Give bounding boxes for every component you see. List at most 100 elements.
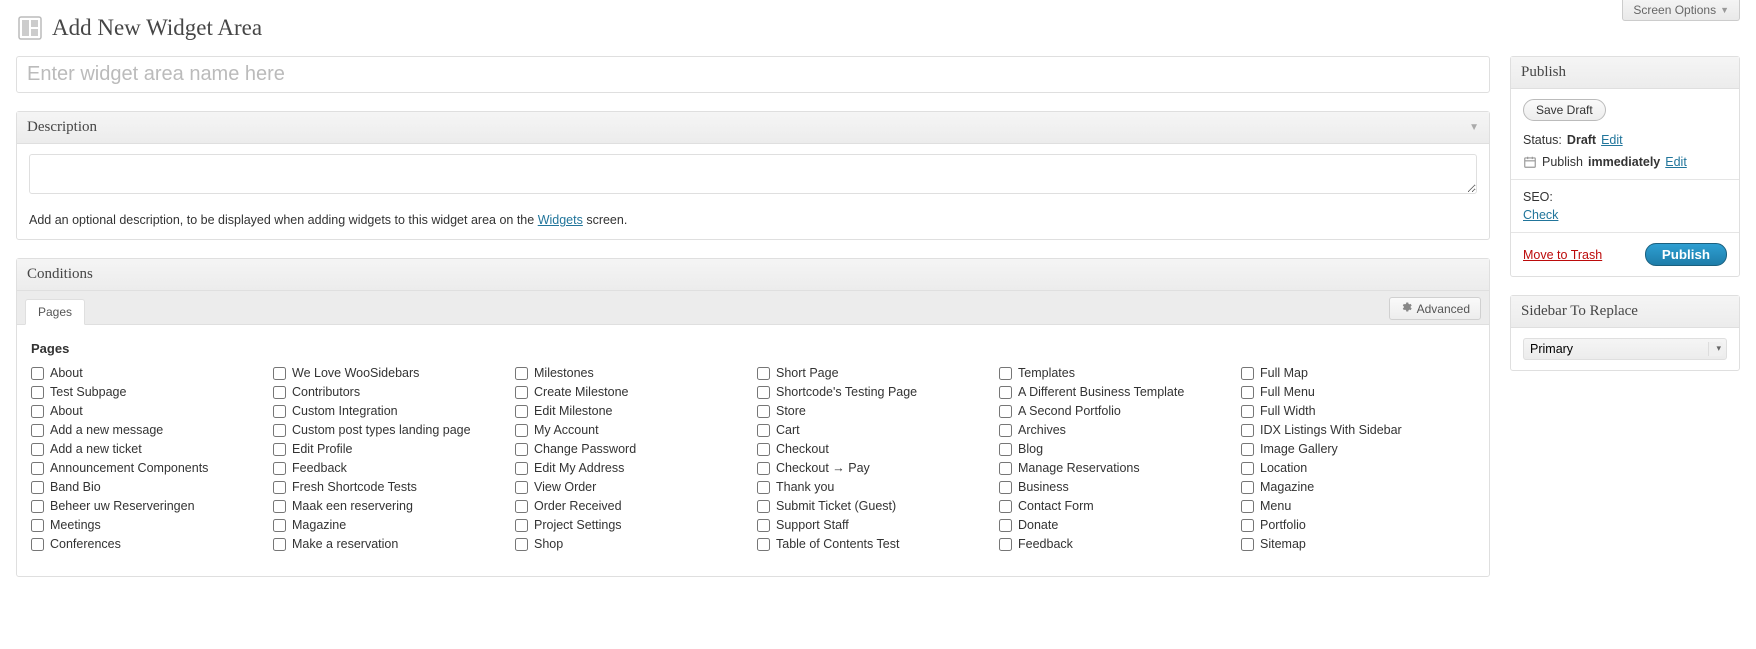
tab-pages[interactable]: Pages bbox=[25, 299, 85, 325]
page-checkbox-item[interactable]: About bbox=[31, 366, 265, 380]
page-checkbox-item[interactable]: Edit My Address bbox=[515, 461, 749, 475]
page-checkbox[interactable] bbox=[999, 481, 1012, 494]
page-checkbox[interactable] bbox=[1241, 500, 1254, 513]
page-checkbox-item[interactable]: Edit Milestone bbox=[515, 404, 749, 418]
page-checkbox-item[interactable]: Full Map bbox=[1241, 366, 1475, 380]
page-checkbox[interactable] bbox=[999, 519, 1012, 532]
page-checkbox-item[interactable]: Manage Reservations bbox=[999, 461, 1233, 475]
page-checkbox[interactable] bbox=[515, 405, 528, 418]
page-checkbox-item[interactable]: Project Settings bbox=[515, 518, 749, 532]
page-checkbox[interactable] bbox=[273, 500, 286, 513]
page-checkbox[interactable] bbox=[273, 386, 286, 399]
page-checkbox[interactable] bbox=[757, 424, 770, 437]
page-checkbox[interactable] bbox=[31, 519, 44, 532]
page-checkbox[interactable] bbox=[757, 519, 770, 532]
page-checkbox-item[interactable]: Checkout bbox=[757, 442, 991, 456]
page-checkbox-item[interactable]: Custom Integration bbox=[273, 404, 507, 418]
page-checkbox-item[interactable]: Menu bbox=[1241, 499, 1475, 513]
page-checkbox[interactable] bbox=[1241, 538, 1254, 551]
page-checkbox[interactable] bbox=[31, 538, 44, 551]
page-checkbox[interactable] bbox=[515, 386, 528, 399]
page-checkbox[interactable] bbox=[273, 443, 286, 456]
page-checkbox[interactable] bbox=[999, 538, 1012, 551]
page-checkbox[interactable] bbox=[757, 500, 770, 513]
page-checkbox-item[interactable]: Create Milestone bbox=[515, 385, 749, 399]
page-checkbox[interactable] bbox=[515, 500, 528, 513]
collapse-toggle-icon[interactable]: ▼ bbox=[1469, 122, 1479, 133]
save-draft-button[interactable]: Save Draft bbox=[1523, 99, 1606, 121]
page-checkbox-item[interactable]: Cart bbox=[757, 423, 991, 437]
page-checkbox-item[interactable]: Maak een reservering bbox=[273, 499, 507, 513]
advanced-button[interactable]: Advanced bbox=[1389, 297, 1481, 320]
page-checkbox[interactable] bbox=[999, 443, 1012, 456]
page-checkbox-item[interactable]: About bbox=[31, 404, 265, 418]
page-checkbox[interactable] bbox=[31, 386, 44, 399]
page-checkbox[interactable] bbox=[757, 462, 770, 475]
widgets-link[interactable]: Widgets bbox=[538, 213, 583, 227]
page-checkbox-item[interactable]: Feedback bbox=[999, 537, 1233, 551]
page-checkbox[interactable] bbox=[999, 500, 1012, 513]
page-checkbox-item[interactable]: Donate bbox=[999, 518, 1233, 532]
page-checkbox[interactable] bbox=[31, 500, 44, 513]
page-checkbox[interactable] bbox=[999, 367, 1012, 380]
page-checkbox[interactable] bbox=[1241, 481, 1254, 494]
page-checkbox-item[interactable]: Magazine bbox=[273, 518, 507, 532]
status-edit-link[interactable]: Edit bbox=[1601, 133, 1623, 147]
move-to-trash-link[interactable]: Move to Trash bbox=[1523, 248, 1602, 262]
page-checkbox-item[interactable]: Shop bbox=[515, 537, 749, 551]
page-checkbox-item[interactable]: Blog bbox=[999, 442, 1233, 456]
page-checkbox-item[interactable]: Contributors bbox=[273, 385, 507, 399]
page-checkbox-item[interactable]: Meetings bbox=[31, 518, 265, 532]
page-checkbox-item[interactable]: Business bbox=[999, 480, 1233, 494]
page-checkbox-item[interactable]: Support Staff bbox=[757, 518, 991, 532]
page-checkbox[interactable] bbox=[515, 519, 528, 532]
page-checkbox-item[interactable]: Location bbox=[1241, 461, 1475, 475]
page-checkbox-item[interactable]: Add a new message bbox=[31, 423, 265, 437]
page-checkbox[interactable] bbox=[31, 367, 44, 380]
page-checkbox[interactable] bbox=[31, 405, 44, 418]
screen-options-toggle[interactable]: Screen Options ▼ bbox=[1622, 0, 1740, 21]
page-checkbox-item[interactable]: We Love WooSidebars bbox=[273, 366, 507, 380]
page-checkbox-item[interactable]: Beheer uw Reserveringen bbox=[31, 499, 265, 513]
page-checkbox-item[interactable]: Short Page bbox=[757, 366, 991, 380]
page-checkbox-item[interactable]: Thank you bbox=[757, 480, 991, 494]
description-textarea[interactable] bbox=[29, 154, 1477, 194]
page-checkbox-item[interactable]: Make a reservation bbox=[273, 537, 507, 551]
widget-area-name-input[interactable] bbox=[16, 56, 1490, 93]
page-checkbox-item[interactable]: A Second Portfolio bbox=[999, 404, 1233, 418]
page-checkbox-item[interactable]: Band Bio bbox=[31, 480, 265, 494]
page-checkbox[interactable] bbox=[757, 405, 770, 418]
page-checkbox-item[interactable]: Custom post types landing page bbox=[273, 423, 507, 437]
page-checkbox[interactable] bbox=[515, 462, 528, 475]
page-checkbox[interactable] bbox=[31, 462, 44, 475]
page-checkbox[interactable] bbox=[31, 424, 44, 437]
page-checkbox-item[interactable]: Portfolio bbox=[1241, 518, 1475, 532]
page-checkbox[interactable] bbox=[273, 519, 286, 532]
page-checkbox[interactable] bbox=[999, 424, 1012, 437]
page-checkbox[interactable] bbox=[273, 462, 286, 475]
page-checkbox[interactable] bbox=[31, 443, 44, 456]
page-checkbox-item[interactable]: Full Width bbox=[1241, 404, 1475, 418]
page-checkbox-item[interactable]: Order Received bbox=[515, 499, 749, 513]
page-checkbox-item[interactable]: Table of Contents Test bbox=[757, 537, 991, 551]
page-checkbox[interactable] bbox=[1241, 424, 1254, 437]
page-checkbox[interactable] bbox=[999, 386, 1012, 399]
page-checkbox-item[interactable]: Change Password bbox=[515, 442, 749, 456]
page-checkbox[interactable] bbox=[1241, 443, 1254, 456]
page-checkbox[interactable] bbox=[1241, 367, 1254, 380]
page-checkbox[interactable] bbox=[273, 405, 286, 418]
publish-button[interactable]: Publish bbox=[1645, 243, 1727, 266]
page-checkbox[interactable] bbox=[515, 424, 528, 437]
page-checkbox[interactable] bbox=[515, 481, 528, 494]
page-checkbox[interactable] bbox=[757, 443, 770, 456]
page-checkbox[interactable] bbox=[515, 443, 528, 456]
page-checkbox-item[interactable]: Edit Profile bbox=[273, 442, 507, 456]
page-checkbox-item[interactable]: Archives bbox=[999, 423, 1233, 437]
page-checkbox[interactable] bbox=[757, 367, 770, 380]
page-checkbox-item[interactable]: Milestones bbox=[515, 366, 749, 380]
page-checkbox-item[interactable]: IDX Listings With Sidebar bbox=[1241, 423, 1475, 437]
page-checkbox[interactable] bbox=[1241, 519, 1254, 532]
page-checkbox[interactable] bbox=[273, 424, 286, 437]
page-checkbox-item[interactable]: Image Gallery bbox=[1241, 442, 1475, 456]
seo-check-link[interactable]: Check bbox=[1523, 208, 1558, 222]
